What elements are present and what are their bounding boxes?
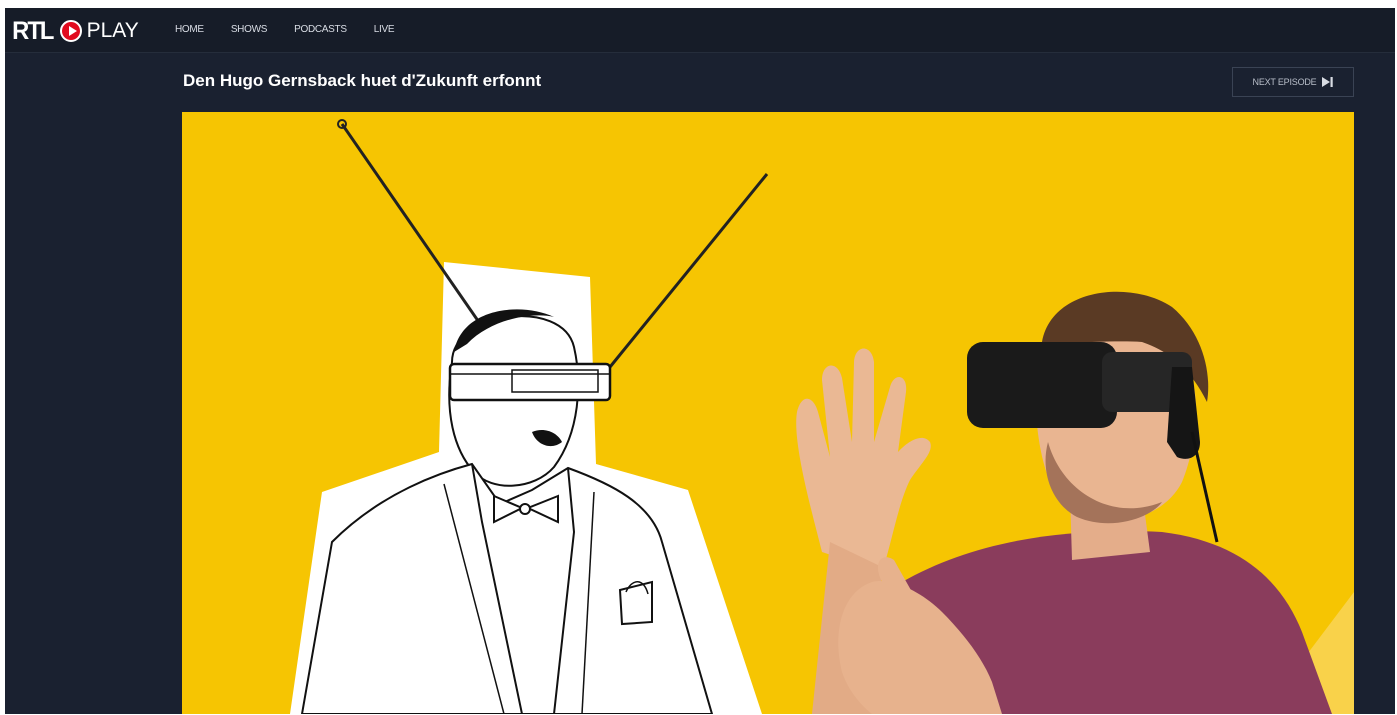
- nav-podcasts[interactable]: PODCASTS: [294, 24, 347, 35]
- nav-shows[interactable]: SHOWS: [231, 24, 268, 35]
- skip-next-icon: [1322, 77, 1334, 87]
- nav-live[interactable]: LIVE: [374, 24, 395, 35]
- rtl-play-logo[interactable]: RTL PLAY: [11, 17, 139, 45]
- top-nav-bar: RTL PLAY HOME SHOWS PODCASTS LIVE: [5, 8, 1395, 53]
- episode-title: Den Hugo Gernsback huet d'Zukunft erfonn…: [183, 71, 542, 90]
- next-episode-label: NEXT EPISODE: [1252, 77, 1317, 87]
- main-nav: HOME SHOWS PODCASTS LIVE: [175, 24, 421, 35]
- logo-rtl-text: RTL: [12, 16, 54, 45]
- nav-home[interactable]: HOME: [175, 24, 204, 35]
- next-episode-button[interactable]: NEXT EPISODE: [1232, 67, 1354, 97]
- play-circle-icon: [59, 20, 82, 42]
- app-frame: RTL PLAY HOME SHOWS PODCASTS LIVE Den Hu…: [5, 8, 1395, 714]
- logo-play-text: PLAY: [86, 19, 139, 42]
- video-player[interactable]: [182, 112, 1354, 714]
- video-frame-illustration: [290, 119, 1354, 714]
